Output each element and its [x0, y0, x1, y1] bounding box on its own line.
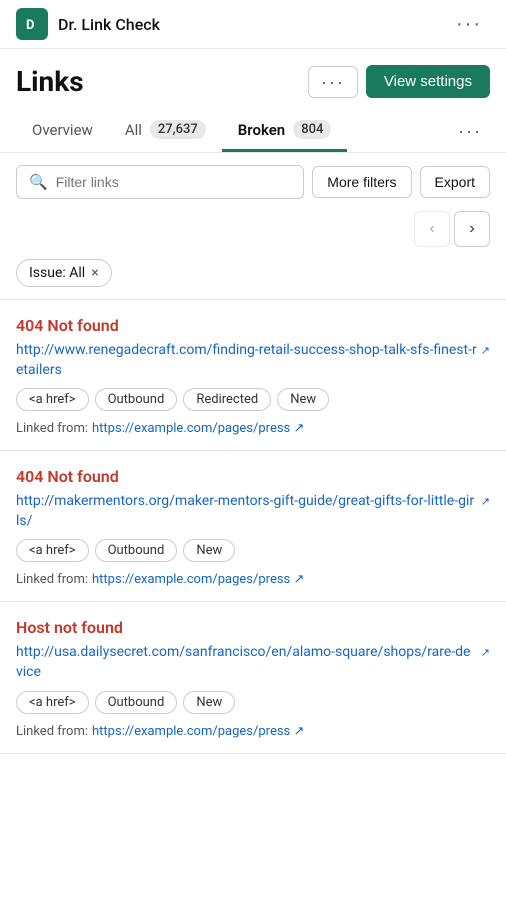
top-bar: D Dr. Link Check ···: [0, 0, 506, 49]
search-input[interactable]: [56, 174, 292, 190]
active-filters: Issue: All ×: [0, 255, 506, 299]
tags-row-1: <a href> OutboundNew: [16, 539, 490, 562]
search-box: 🔍: [16, 165, 304, 199]
tab-broken[interactable]: Broken 804: [222, 110, 348, 152]
link-url-0[interactable]: http://www.renegadecraft.com/finding-ret…: [16, 341, 490, 380]
linked-from-label-0: Linked from:: [16, 421, 88, 436]
tag-2-1: Outbound: [95, 691, 178, 714]
top-bar-more-button[interactable]: ···: [448, 9, 490, 40]
more-filters-button[interactable]: More filters: [312, 166, 411, 198]
prev-icon: ‹: [429, 220, 434, 238]
pagination-row: ‹ ›: [0, 207, 506, 255]
tabs-bar: Overview All 27,637 Broken 804 ···: [0, 110, 506, 153]
header-more-button[interactable]: ···: [308, 66, 358, 98]
tab-all-label: All: [125, 121, 142, 139]
tag-1-0: <a href>: [16, 539, 89, 562]
app-logo: D: [16, 8, 48, 40]
link-card-0: 404 Not found http://www.renegadecraft.co…: [0, 300, 506, 451]
search-icon: 🔍: [29, 173, 48, 191]
link-cards-container: 404 Not found http://www.renegadecraft.co…: [0, 300, 506, 754]
export-button[interactable]: Export: [420, 166, 490, 198]
tag-2-2: New: [183, 691, 235, 714]
app-title: Dr. Link Check: [58, 15, 160, 34]
tab-broken-label: Broken: [238, 121, 285, 139]
tag-0-1: Outbound: [95, 388, 178, 411]
tab-overview[interactable]: Overview: [16, 111, 109, 152]
linked-from-0: Linked from: https://example.com/pages/p…: [16, 421, 490, 450]
issue-filter-tag: Issue: All ×: [16, 259, 112, 287]
top-bar-left: D Dr. Link Check: [16, 8, 160, 40]
linked-from-1: Linked from: https://example.com/pages/p…: [16, 572, 490, 601]
tag-0-0: <a href>: [16, 388, 89, 411]
tab-all-badge: 27,637: [150, 120, 206, 139]
header-actions: ··· View settings: [308, 65, 490, 98]
error-label-1: 404 Not found: [16, 467, 490, 486]
tab-broken-badge: 804: [293, 120, 331, 139]
prev-page-button[interactable]: ‹: [414, 211, 450, 247]
link-url-1[interactable]: http://makermentors.org/maker-mentors-gi…: [16, 492, 490, 531]
tag-1-1: Outbound: [95, 539, 178, 562]
error-label-2: Host not found: [16, 618, 490, 637]
linked-from-url-2[interactable]: https://example.com/pages/press ↗: [92, 724, 304, 739]
linked-from-2: Linked from: https://example.com/pages/p…: [16, 724, 490, 753]
external-link-icon-1: ↗: [481, 494, 490, 509]
filter-row: 🔍 More filters Export: [0, 153, 506, 207]
next-page-button[interactable]: ›: [454, 211, 490, 247]
tag-2-0: <a href>: [16, 691, 89, 714]
view-settings-button[interactable]: View settings: [366, 65, 490, 98]
tags-row-0: <a href> OutboundRedirected New: [16, 388, 490, 411]
svg-text:D: D: [26, 18, 34, 33]
error-label-0: 404 Not found: [16, 316, 490, 335]
tag-0-3: New: [277, 388, 329, 411]
next-icon: ›: [469, 220, 474, 238]
tag-0-2: Redirected: [183, 388, 271, 411]
external-link-icon-0: ↗: [481, 343, 490, 358]
link-url-2[interactable]: http://usa.dailysecret.com/sanfrancisco/…: [16, 643, 490, 682]
filter-tag-label: Issue: All: [29, 265, 85, 281]
tab-overview-label: Overview: [32, 121, 93, 139]
linked-from-label-2: Linked from:: [16, 724, 88, 739]
external-link-icon-2: ↗: [481, 645, 490, 660]
tags-row-2: <a href> OutboundNew: [16, 691, 490, 714]
header-section: Links ··· View settings: [0, 49, 506, 110]
linked-from-label-1: Linked from:: [16, 572, 88, 587]
link-card-2: Host not found http://usa.dailysecret.com…: [0, 602, 506, 753]
linked-from-url-1[interactable]: https://example.com/pages/press ↗: [92, 572, 304, 587]
page-title: Links: [16, 65, 84, 98]
tab-all[interactable]: All 27,637: [109, 110, 222, 152]
link-card-1: 404 Not found http://makermentors.org/mak…: [0, 451, 506, 602]
tabs-more-button[interactable]: ···: [450, 117, 490, 146]
filter-tag-close[interactable]: ×: [91, 266, 98, 280]
linked-from-url-0[interactable]: https://example.com/pages/press ↗: [92, 421, 304, 436]
tag-1-2: New: [183, 539, 235, 562]
